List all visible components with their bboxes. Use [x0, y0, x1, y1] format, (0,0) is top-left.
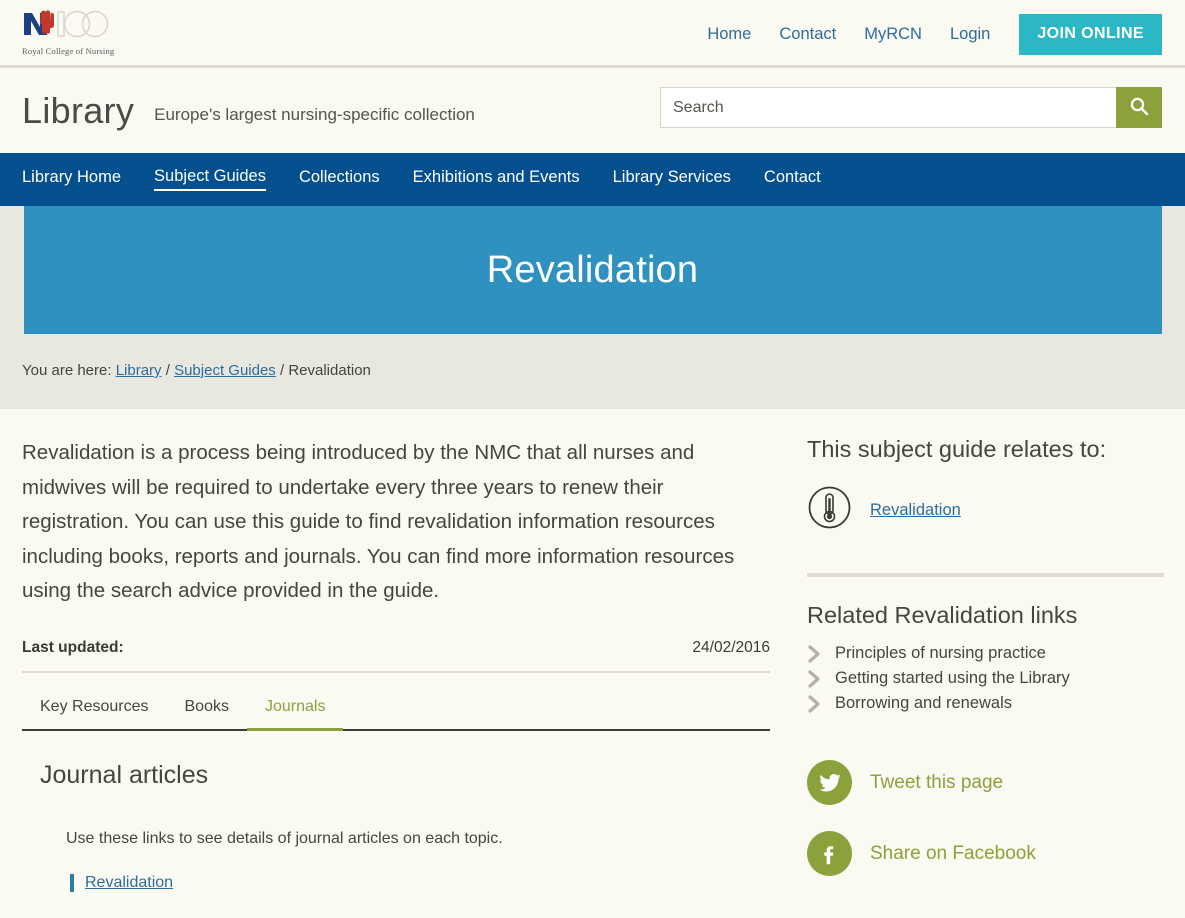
- panel-title: Journal articles: [40, 760, 209, 789]
- chevron-right-icon: [807, 669, 835, 688]
- logo-caption: Royal College of Nursing: [22, 46, 115, 56]
- content-area: Revalidation is a process being introduc…: [0, 409, 1185, 902]
- rcn-logo-link[interactable]: Royal College of Nursing: [22, 9, 122, 56]
- guide-tabs: Key Resources Books Journals: [22, 688, 770, 731]
- top-nav: Home Contact MyRCN Login JOIN ONLINE: [707, 0, 1162, 68]
- list-item[interactable]: Getting started using the Library: [800, 666, 1185, 691]
- last-updated-label: Last updated:: [22, 638, 124, 656]
- relates-to-link-revalidation[interactable]: Revalidation: [870, 501, 961, 520]
- join-online-button[interactable]: JOIN ONLINE: [1019, 13, 1162, 55]
- breadcrumb-current: Revalidation: [288, 362, 371, 379]
- panel-note: Use these links to see details of journa…: [66, 829, 503, 847]
- search-form: [660, 87, 1162, 128]
- nav-item-subject-guides[interactable]: Subject Guides: [154, 168, 266, 192]
- search-button[interactable]: [1116, 87, 1162, 128]
- thermometer-icon: [807, 485, 852, 535]
- sidebar-divider: [807, 573, 1164, 577]
- breadcrumb: You are here: Library / Subject Guides /…: [22, 334, 1185, 379]
- list-item[interactable]: Principles of nursing practice: [800, 641, 1185, 666]
- hero-band: Revalidation You are here: Library / Sub…: [0, 206, 1185, 409]
- nav-item-contact[interactable]: Contact: [764, 169, 821, 191]
- tweet-this-page-button[interactable]: Tweet this page: [807, 760, 1185, 805]
- masthead-tagline: Europe's largest nursing-specific collec…: [154, 105, 475, 124]
- top-utility-bar: Royal College of Nursing Home Contact My…: [0, 0, 1185, 68]
- main-nav: Library Home Subject Guides Collections …: [0, 153, 1185, 206]
- search-input[interactable]: [660, 87, 1116, 128]
- twitter-icon: [807, 760, 852, 805]
- topnav-item-home[interactable]: Home: [707, 26, 765, 43]
- nav-item-collections[interactable]: Collections: [299, 169, 380, 191]
- share-on-facebook-button[interactable]: Share on Facebook: [807, 831, 1185, 876]
- last-updated-date: 24/02/2016: [692, 638, 770, 656]
- chevron-right-icon: [807, 644, 835, 663]
- page-title: Library: [22, 89, 135, 131]
- relates-to-item: Revalidation: [807, 485, 1185, 535]
- library-masthead: Library Europe's largest nursing-specifi…: [0, 68, 1185, 153]
- search-icon: [1129, 96, 1149, 119]
- breadcrumb-prefix: You are here:: [22, 362, 112, 379]
- chevron-right-icon: [807, 694, 835, 713]
- nav-item-library-home[interactable]: Library Home: [22, 169, 121, 191]
- tab-books[interactable]: Books: [167, 688, 247, 731]
- main-column: Revalidation is a process being introduc…: [0, 436, 790, 902]
- related-links-heading: Related Revalidation links: [807, 602, 1078, 628]
- rcn-100-logo: [22, 9, 122, 44]
- tweet-this-page-label: Tweet this page: [870, 771, 1004, 793]
- breadcrumb-separator: /: [165, 362, 170, 379]
- hero-title: Revalidation: [486, 248, 699, 291]
- topnav-item-contact[interactable]: Contact: [765, 26, 850, 43]
- share-on-facebook-label: Share on Facebook: [870, 842, 1036, 864]
- social-share: Tweet this page Share on Facebook: [807, 760, 1185, 876]
- related-links-list: Principles of nursing practice Getting s…: [800, 641, 1185, 716]
- related-link-label: Principles of nursing practice: [835, 644, 1046, 662]
- topnav-item-login[interactable]: Login: [936, 26, 1004, 43]
- breadcrumb-link-subject-guides[interactable]: Subject Guides: [174, 362, 276, 379]
- facebook-icon: [807, 831, 852, 876]
- breadcrumb-link-library[interactable]: Library: [116, 362, 162, 379]
- last-updated-row: Last updated: 24/02/2016: [22, 639, 770, 673]
- related-link-label: Borrowing and renewals: [835, 694, 1013, 712]
- topnav-item-myrcn[interactable]: MyRCN: [850, 26, 936, 43]
- nav-item-exhibitions-and-events[interactable]: Exhibitions and Events: [413, 169, 580, 191]
- tab-journals[interactable]: Journals: [246, 688, 344, 731]
- breadcrumb-separator: /: [279, 362, 285, 379]
- guide-description: Revalidation is a process being introduc…: [22, 441, 735, 602]
- nav-item-library-services[interactable]: Library Services: [613, 169, 731, 191]
- sidebar: This subject guide relates to: Revalidat…: [790, 436, 1185, 902]
- hero-banner: Revalidation: [23, 206, 1162, 334]
- journal-topic-link-revalidation[interactable]: Revalidation: [85, 874, 173, 891]
- list-item[interactable]: Borrowing and renewals: [800, 691, 1185, 716]
- tab-key-resources[interactable]: Key Resources: [22, 688, 167, 731]
- related-link-label: Getting started using the Library: [835, 669, 1070, 687]
- journal-topic-item: Revalidation: [70, 873, 790, 892]
- relates-to-heading: This subject guide relates to:: [807, 436, 1107, 462]
